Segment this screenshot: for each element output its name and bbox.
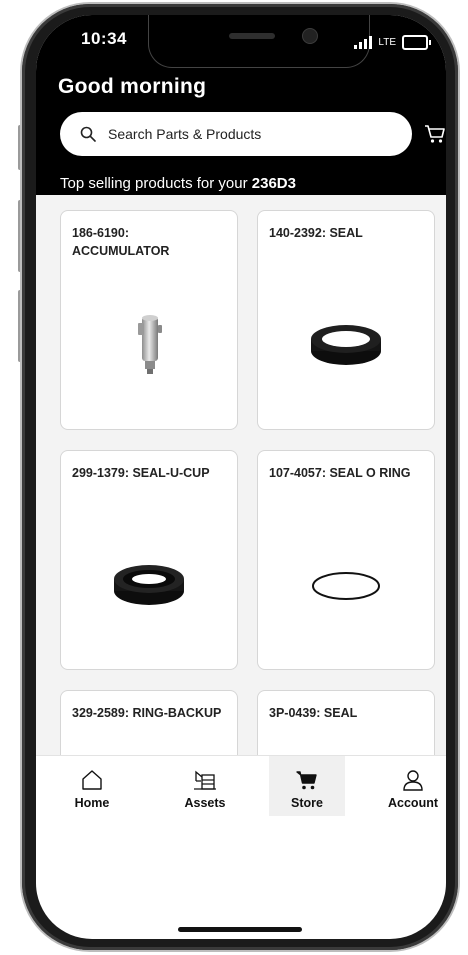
tab-home[interactable]: Home <box>54 756 130 816</box>
product-title: 329-2589: RING-BACKUP <box>72 706 222 720</box>
product-card[interactable]: 140-2392: SEAL <box>257 210 435 430</box>
person-icon <box>403 770 423 791</box>
signal-icon <box>354 36 373 49</box>
product-card[interactable]: 186-6190: ACCUMULATOR <box>60 210 238 430</box>
product-card[interactable]: 299-1379: SEAL-U-CUP <box>60 450 238 670</box>
app-screen: 10:34 LTE Good morning Search Parts & Pr… <box>36 15 446 939</box>
product-grid: 186-6190: ACCUMULATOR 140-2392: SEAL 299… <box>36 195 446 755</box>
product-card[interactable]: 3P-0439: SEAL <box>257 690 435 755</box>
search-placeholder: Search Parts & Products <box>108 126 262 142</box>
tab-assets[interactable]: Assets <box>167 756 243 816</box>
product-card[interactable]: 329-2589: RING-BACKUP <box>60 690 238 755</box>
cart-icon[interactable] <box>424 123 446 150</box>
seal-image <box>258 306 434 386</box>
search-input[interactable]: Search Parts & Products <box>60 112 412 156</box>
top-selling-subtitle: Top selling products for your 236D3 <box>60 175 296 192</box>
product-title: 107-4057: SEAL O RING <box>269 466 411 480</box>
tab-home-label: Home <box>74 796 110 810</box>
product-title: 186-6190: ACCUMULATOR <box>72 226 170 258</box>
product-title: 299-1379: SEAL-U-CUP <box>72 466 210 480</box>
home-icon <box>82 770 102 790</box>
product-title: 140-2392: SEAL <box>269 226 363 240</box>
cart-icon <box>296 771 317 790</box>
tab-account-label: Account <box>388 796 438 810</box>
bottom-navigation: Home Assets Store Account <box>36 755 446 828</box>
status-icons: LTE <box>354 35 431 50</box>
greeting-title: Good morning <box>58 75 207 98</box>
subtitle-text: Top selling products for your <box>60 175 248 192</box>
search-icon <box>80 126 96 142</box>
notch <box>148 15 370 68</box>
tab-account[interactable]: Account <box>375 756 446 816</box>
network-type: LTE <box>378 37 396 48</box>
tab-assets-label: Assets <box>184 796 226 810</box>
speaker <box>229 33 275 39</box>
machine-icon <box>194 770 216 790</box>
home-indicator <box>178 927 302 932</box>
accumulator-image <box>61 306 237 386</box>
o-ring-image <box>258 546 434 626</box>
battery-icon <box>402 35 431 50</box>
product-card[interactable]: 107-4057: SEAL O RING <box>257 450 435 670</box>
seal-u-cup-image <box>61 546 237 626</box>
tab-store-label: Store <box>291 796 323 810</box>
camera <box>302 28 318 44</box>
status-time: 10:34 <box>81 29 127 48</box>
tab-store[interactable]: Store <box>269 756 345 816</box>
asset-model: 236D3 <box>251 175 296 192</box>
product-title: 3P-0439: SEAL <box>269 706 358 720</box>
